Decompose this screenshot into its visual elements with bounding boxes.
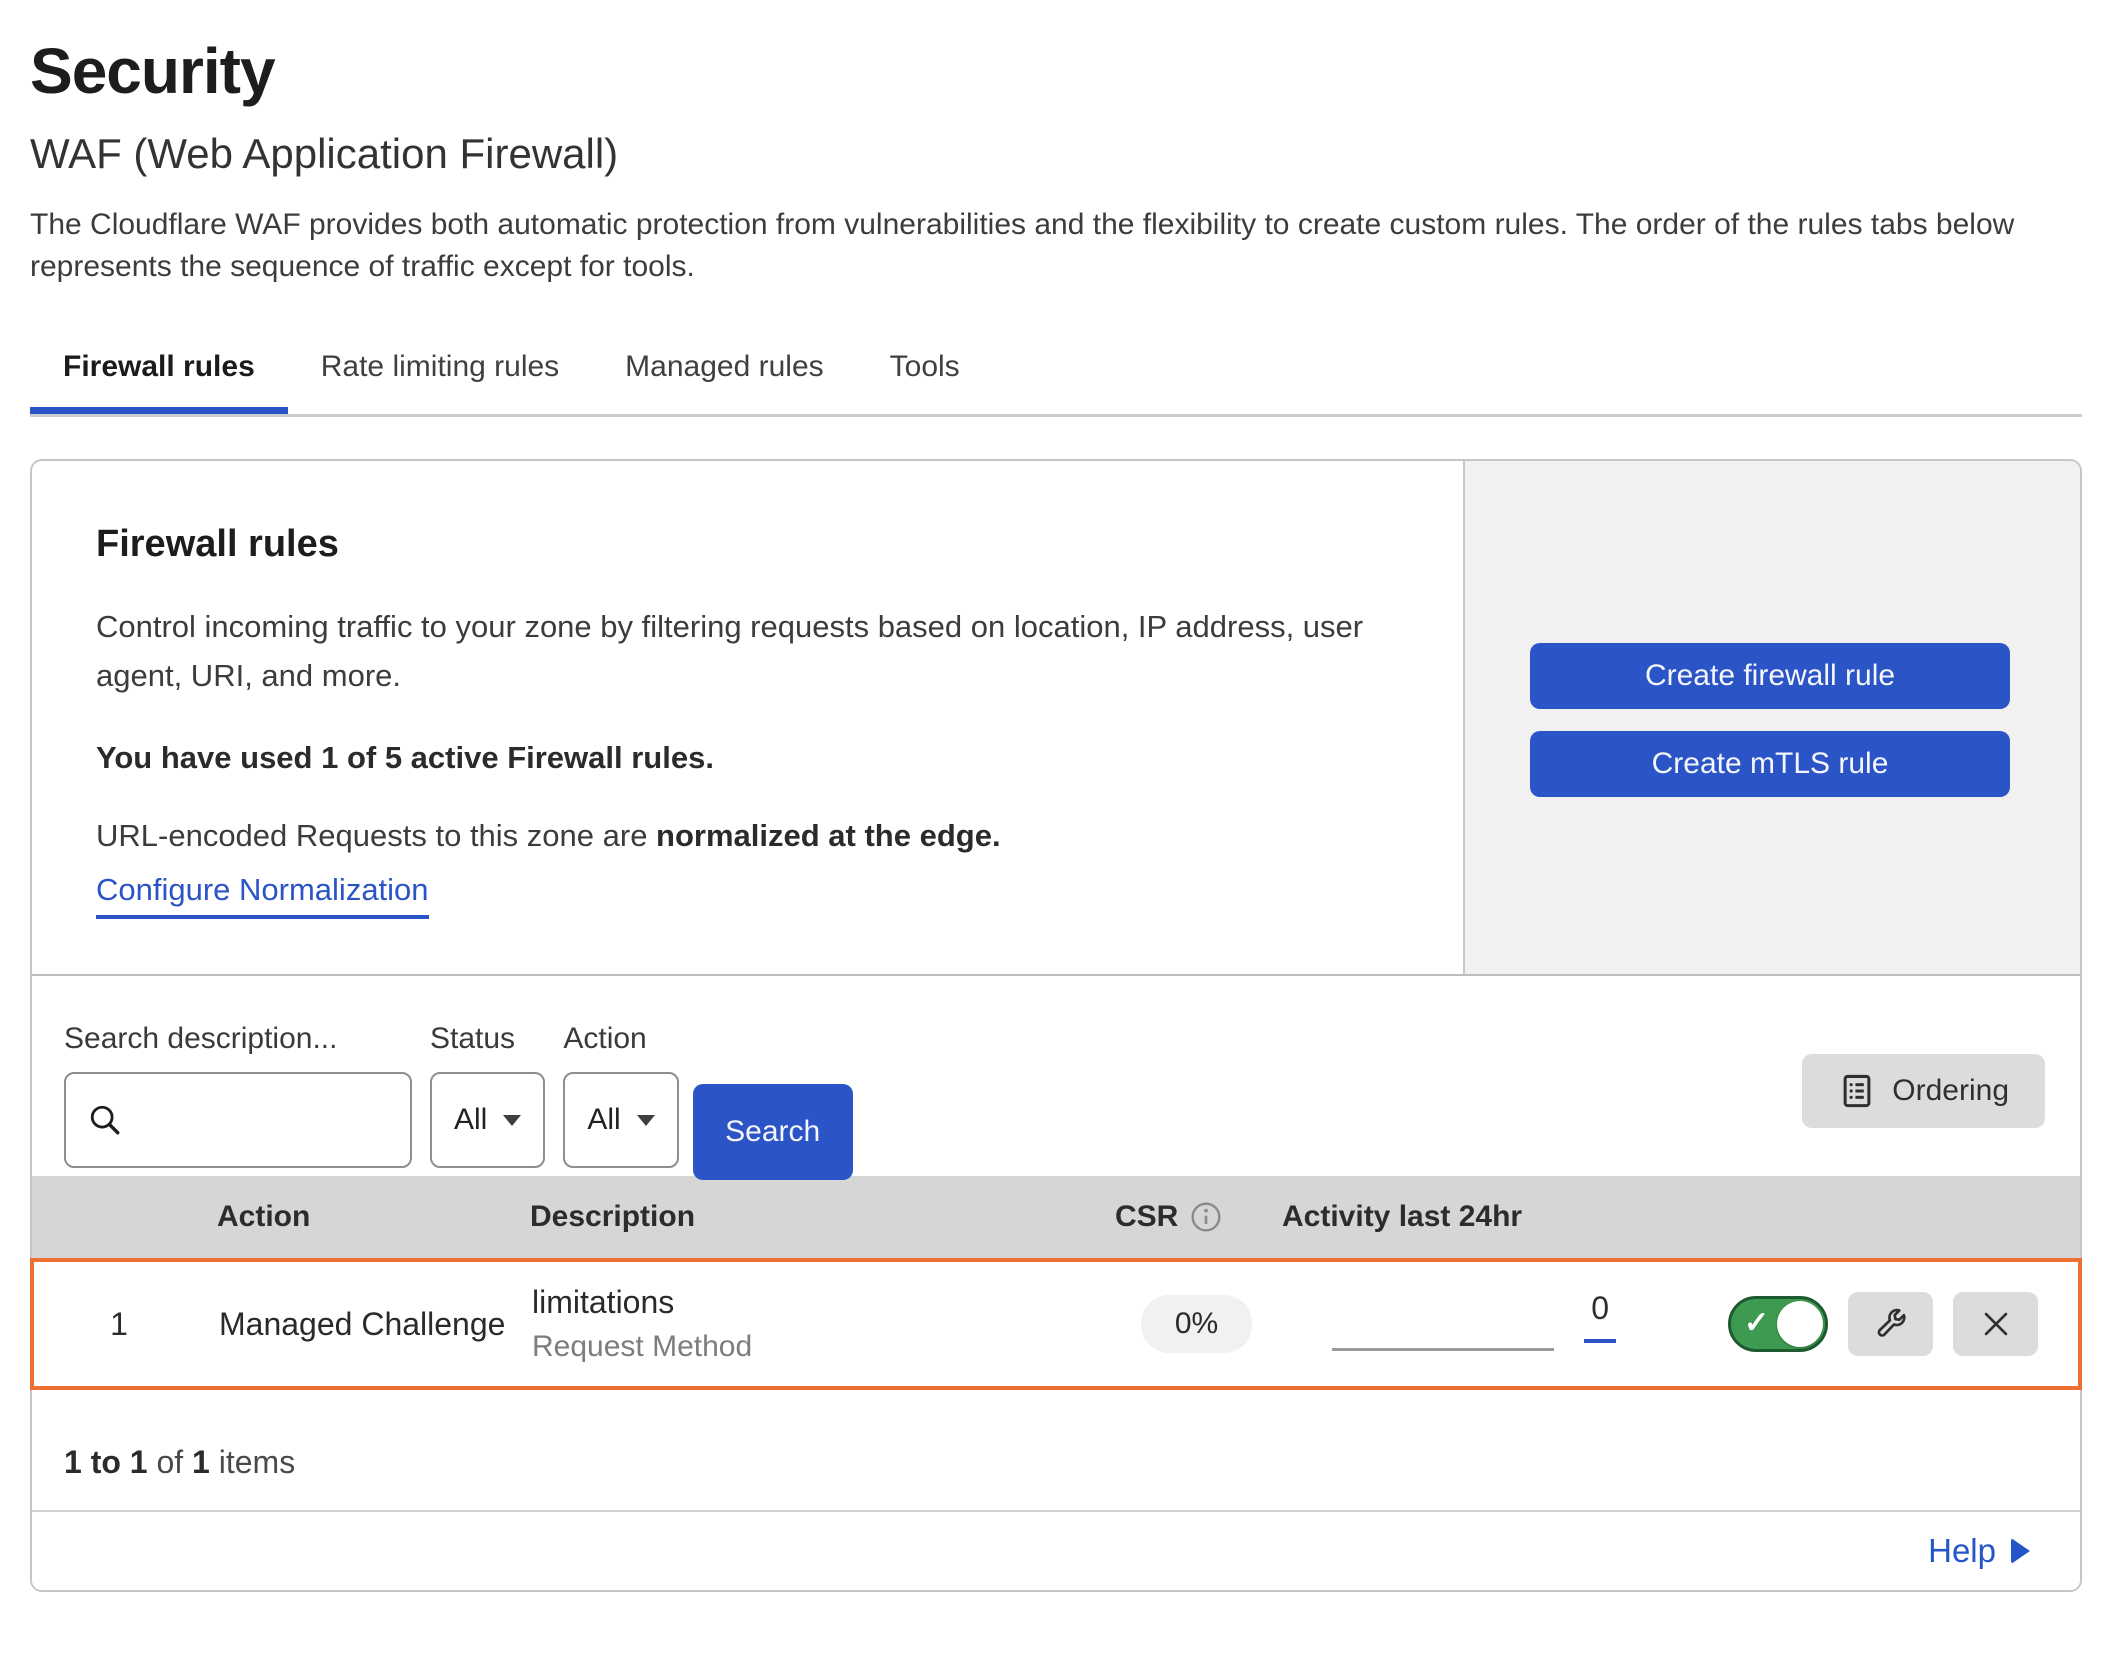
activity-sparkline bbox=[1332, 1348, 1554, 1351]
search-button[interactable]: Search bbox=[693, 1084, 853, 1180]
chevron-down-icon bbox=[503, 1115, 521, 1126]
column-header-action: Action bbox=[202, 1200, 512, 1234]
search-label: Search description... bbox=[64, 1022, 412, 1056]
help-label: Help bbox=[1928, 1532, 1996, 1570]
activity-count-link[interactable]: 0 bbox=[1584, 1290, 1616, 1343]
firewall-rules-card: Firewall rules Control incoming traffic … bbox=[30, 459, 2082, 1592]
info-icon[interactable] bbox=[1190, 1201, 1222, 1233]
page-title: Security bbox=[30, 34, 2114, 108]
csr-header-label: CSR bbox=[1115, 1200, 1178, 1234]
tab-label: Managed rules bbox=[625, 350, 823, 383]
card-top-section: Firewall rules Control incoming traffic … bbox=[32, 461, 2080, 976]
rule-description-cell: limitations Request Method bbox=[514, 1284, 1109, 1364]
rule-expression-summary: Request Method bbox=[532, 1330, 1109, 1364]
normalization-text: URL-encoded Requests to this zone are bbox=[96, 818, 656, 853]
rule-priority: 1 bbox=[34, 1306, 204, 1343]
normalization-bold-text: normalized at the edge. bbox=[656, 818, 1001, 853]
firewall-rules-info: Firewall rules Control incoming traffic … bbox=[32, 461, 1463, 974]
tab-bar: Firewall rules Rate limiting rules Manag… bbox=[30, 326, 2082, 417]
panel-heading: Firewall rules bbox=[96, 523, 1403, 566]
summary-items: items bbox=[219, 1444, 295, 1480]
action-label: Action bbox=[563, 1022, 678, 1056]
tab-managed-rules[interactable]: Managed rules bbox=[592, 326, 856, 414]
tab-rate-limiting-rules[interactable]: Rate limiting rules bbox=[288, 326, 592, 414]
security-waf-page: Security WAF (Web Application Firewall) … bbox=[0, 34, 2114, 1672]
tab-firewall-rules[interactable]: Firewall rules bbox=[30, 326, 288, 414]
table-header: Action Description CSR Activity last 24h… bbox=[32, 1176, 2080, 1258]
card-footer: Help bbox=[32, 1510, 2080, 1590]
search-filter-group: Search description... bbox=[64, 1022, 412, 1168]
delete-rule-button[interactable] bbox=[1953, 1292, 2038, 1356]
tab-label: Tools bbox=[890, 350, 960, 383]
tab-label: Rate limiting rules bbox=[321, 350, 559, 383]
create-mtls-rule-button[interactable]: Create mTLS rule bbox=[1530, 731, 2010, 797]
action-dropdown-value: All bbox=[587, 1103, 620, 1137]
column-header-description: Description bbox=[512, 1200, 1107, 1234]
help-link[interactable]: Help bbox=[1928, 1532, 2030, 1570]
ordering-button-label: Ordering bbox=[1892, 1074, 2009, 1108]
firewall-rule-row: 1 Managed Challenge limitations Request … bbox=[30, 1258, 2082, 1390]
filter-bar: Search description... Status All bbox=[32, 976, 2080, 1176]
search-box[interactable] bbox=[64, 1072, 412, 1168]
panel-description: Control incoming traffic to your zone by… bbox=[96, 602, 1396, 700]
ordering-list-icon bbox=[1838, 1072, 1876, 1110]
rule-action: Managed Challenge bbox=[204, 1306, 514, 1343]
chevron-down-icon bbox=[637, 1115, 655, 1126]
rule-enabled-toggle[interactable]: ✓ bbox=[1728, 1296, 1828, 1352]
csr-badge: 0% bbox=[1141, 1295, 1252, 1353]
rule-description: limitations bbox=[532, 1284, 1109, 1321]
status-dropdown[interactable]: All bbox=[430, 1072, 545, 1168]
edit-rule-button[interactable] bbox=[1848, 1292, 1933, 1356]
usage-summary: You have used 1 of 5 active Firewall rul… bbox=[96, 740, 1403, 776]
normalization-note: URL-encoded Requests to this zone are no… bbox=[96, 818, 1403, 854]
configure-normalization-link[interactable]: Configure Normalization bbox=[96, 872, 429, 919]
status-label: Status bbox=[430, 1022, 545, 1056]
search-icon bbox=[88, 1103, 122, 1137]
check-icon: ✓ bbox=[1744, 1308, 1769, 1338]
rule-csr-cell: 0% bbox=[1109, 1295, 1284, 1353]
column-header-csr: CSR bbox=[1107, 1200, 1282, 1234]
summary-total: 1 bbox=[192, 1444, 210, 1480]
page-subtitle: WAF (Web Application Firewall) bbox=[30, 130, 2114, 178]
status-dropdown-value: All bbox=[454, 1103, 487, 1137]
action-filter-group: Action All bbox=[563, 1022, 678, 1168]
summary-of: of bbox=[156, 1444, 183, 1480]
wrench-icon bbox=[1873, 1306, 1909, 1342]
tab-label: Firewall rules bbox=[63, 350, 255, 383]
column-header-activity: Activity last 24hr bbox=[1282, 1200, 1692, 1234]
summary-range: 1 to 1 bbox=[64, 1444, 148, 1480]
help-arrow-icon bbox=[2011, 1538, 2030, 1564]
pagination-summary: 1 to 1 of 1 items bbox=[32, 1390, 2080, 1510]
page-description: The Cloudflare WAF provides both automat… bbox=[30, 204, 2020, 288]
close-icon bbox=[1979, 1307, 2013, 1341]
create-firewall-rule-button[interactable]: Create firewall rule bbox=[1530, 643, 2010, 709]
rule-activity-cell: 0 bbox=[1284, 1262, 1694, 1386]
search-input[interactable] bbox=[136, 1103, 410, 1137]
ordering-button[interactable]: Ordering bbox=[1802, 1054, 2045, 1128]
tab-tools[interactable]: Tools bbox=[857, 326, 993, 414]
toggle-knob bbox=[1777, 1301, 1823, 1347]
actions-panel: Create firewall rule Create mTLS rule bbox=[1463, 461, 2080, 974]
action-dropdown[interactable]: All bbox=[563, 1072, 678, 1168]
rule-controls: ✓ bbox=[1694, 1292, 2078, 1356]
status-filter-group: Status All bbox=[430, 1022, 545, 1168]
